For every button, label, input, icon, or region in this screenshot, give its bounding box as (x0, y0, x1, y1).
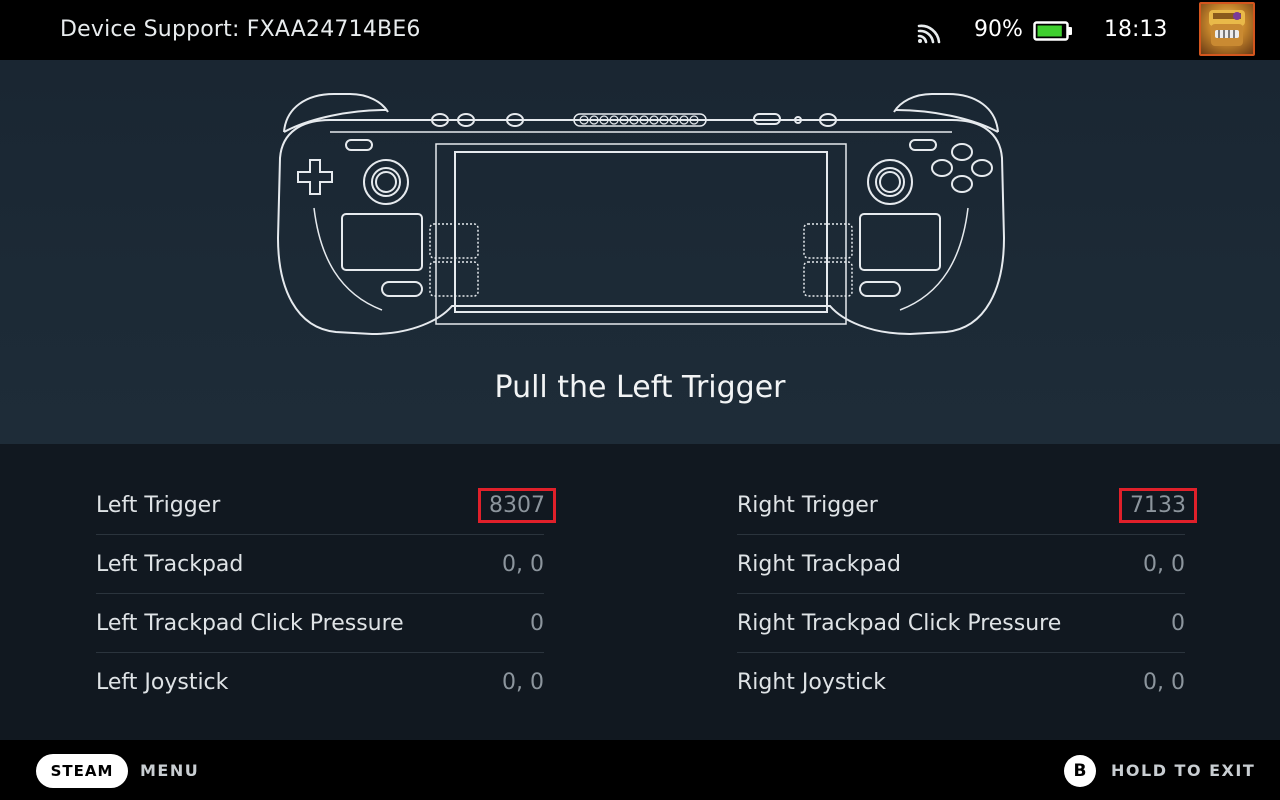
readout-row-right-joystick: Right Joystick 0, 0 (737, 653, 1185, 712)
steam-button[interactable]: STEAM (36, 754, 128, 788)
left-readouts: Left Trigger 8307 Left Trackpad 0, 0 Lef… (96, 476, 556, 712)
readout-label: Right Trigger (737, 492, 878, 518)
readout-value: 0, 0 (1143, 670, 1185, 695)
device-illustration-area: Pull the Left Trigger (0, 60, 1280, 444)
steam-deck-diagram (276, 93, 1006, 336)
menu-label: MENU (140, 761, 200, 780)
avatar-image (1209, 10, 1245, 46)
readout-value-highlighted: 8307 (478, 487, 556, 523)
b-button-icon[interactable]: B (1064, 755, 1096, 787)
avatar[interactable] (1199, 2, 1255, 56)
wifi-icon (917, 24, 941, 44)
readout-row-left-trigger: Left Trigger 8307 (96, 476, 556, 535)
readout-value-highlighted: 7133 (1119, 487, 1197, 523)
readout-value: 0, 0 (1143, 551, 1185, 577)
readout-panel: Left Trigger 8307 Left Trackpad 0, 0 Lef… (0, 444, 1280, 740)
readout-row-left-trackpad: Left Trackpad 0, 0 (96, 535, 544, 594)
readout-value: 0 (530, 610, 544, 636)
readout-value: 0, 0 (502, 670, 544, 695)
readout-label: Left Trackpad (96, 551, 244, 577)
page-title: Device Support: FXAA24714BE6 (60, 17, 421, 42)
battery-icon (1033, 21, 1072, 41)
readout-value: 0 (1171, 610, 1185, 636)
readout-label: Right Trackpad Click Pressure (737, 610, 1062, 636)
readout-row-right-trigger: Right Trigger 7133 (737, 476, 1197, 535)
readout-row-right-trackpad: Right Trackpad 0, 0 (737, 535, 1185, 594)
hold-to-exit-label: HOLD TO EXIT (1111, 761, 1256, 780)
readout-row-right-trackpad-pressure: Right Trackpad Click Pressure 0 (737, 594, 1185, 653)
top-bar: Device Support: FXAA24714BE6 90% 18:13 (0, 0, 1280, 60)
battery-percent: 90% (974, 17, 1023, 42)
readout-label: Right Trackpad (737, 551, 901, 577)
readout-label: Left Joystick (96, 670, 229, 695)
instruction-prompt: Pull the Left Trigger (494, 370, 786, 405)
readout-label: Left Trackpad Click Pressure (96, 610, 404, 636)
readout-row-left-joystick: Left Joystick 0, 0 (96, 653, 544, 712)
readout-label: Left Trigger (96, 492, 221, 518)
readout-row-left-trackpad-pressure: Left Trackpad Click Pressure 0 (96, 594, 544, 653)
bottom-bar: STEAM MENU B HOLD TO EXIT (0, 740, 1280, 800)
readout-value: 0, 0 (502, 551, 544, 577)
right-readouts: Right Trigger 7133 Right Trackpad 0, 0 R… (737, 476, 1197, 712)
readout-label: Right Joystick (737, 670, 886, 695)
clock: 18:13 (1104, 17, 1168, 42)
